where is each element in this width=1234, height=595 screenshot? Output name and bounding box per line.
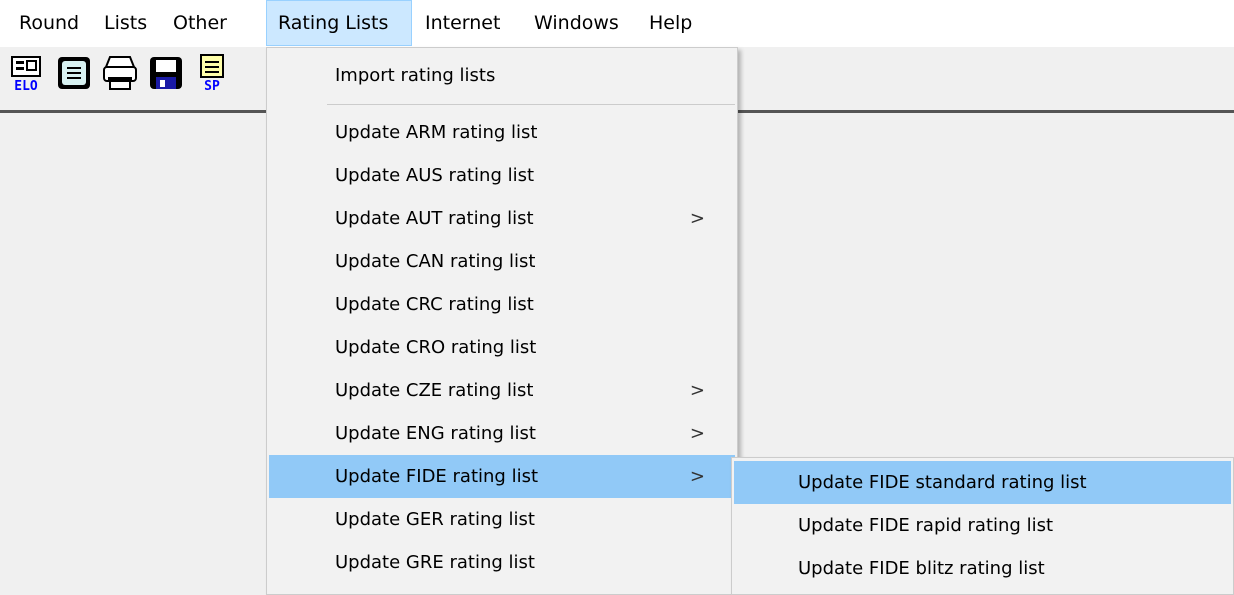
- submenu-item-fide-standard[interactable]: Update FIDE standard rating list: [734, 461, 1231, 504]
- menu-item-label: Import rating lists: [335, 65, 496, 86]
- rating-lists-menu: Import rating lists Update ARM rating li…: [266, 47, 738, 595]
- menu-round[interactable]: Round: [8, 0, 90, 46]
- menu-lists[interactable]: Lists: [93, 0, 158, 46]
- menu-item-label: Update CRO rating list: [335, 337, 537, 358]
- menu-item-update-crc[interactable]: Update CRC rating list: [269, 283, 735, 326]
- monitor-icon: [58, 57, 90, 89]
- menu-help[interactable]: Help: [638, 0, 703, 46]
- sp-caption: SP: [204, 79, 220, 93]
- submenu-arrow-icon: >: [689, 466, 705, 487]
- menu-item-label: Update GRE rating list: [335, 552, 535, 573]
- menu-rating-lists[interactable]: Rating Lists: [266, 0, 412, 46]
- menu-item-import-rating-lists[interactable]: Import rating lists: [269, 54, 735, 97]
- sp-document-icon: SP: [200, 54, 224, 93]
- menu-item-label: Update FIDE rating list: [335, 466, 539, 487]
- submenu-arrow-icon: >: [689, 380, 705, 401]
- menu-separator: [327, 104, 735, 105]
- menu-item-update-gre[interactable]: Update GRE rating list: [269, 541, 735, 584]
- menu-item-update-cze[interactable]: Update CZE rating list >: [269, 369, 735, 412]
- menu-item-update-arm[interactable]: Update ARM rating list: [269, 111, 735, 154]
- monitor-button[interactable]: [54, 53, 94, 93]
- menu-internet[interactable]: Internet: [414, 0, 511, 46]
- menu-item-label: Update AUS rating list: [335, 165, 535, 186]
- elo-icon: ELO: [11, 56, 41, 93]
- menu-item-update-aus[interactable]: Update AUS rating list: [269, 154, 735, 197]
- save-disk-icon: [150, 57, 182, 89]
- submenu-arrow-icon: >: [689, 208, 705, 229]
- fide-submenu: Update FIDE standard rating list Update …: [731, 457, 1234, 595]
- menu-item-label: Update CRC rating list: [335, 294, 534, 315]
- elo-button[interactable]: ELO: [6, 53, 46, 93]
- submenu-arrow-icon: >: [689, 423, 705, 444]
- menu-item-label: Update CAN rating list: [335, 251, 536, 272]
- menu-item-update-can[interactable]: Update CAN rating list: [269, 240, 735, 283]
- menu-item-label: Update ARM rating list: [335, 122, 538, 143]
- submenu-item-fide-rapid[interactable]: Update FIDE rapid rating list: [734, 504, 1231, 547]
- submenu-item-label: Update FIDE rapid rating list: [798, 515, 1054, 536]
- printer-icon: [103, 56, 137, 90]
- menu-bar: Round Lists Other Rating Lists Internet …: [0, 0, 1234, 46]
- menu-item-label: Update AUT rating list: [335, 208, 534, 229]
- submenu-item-label: Update FIDE blitz rating list: [798, 558, 1045, 579]
- menu-item-update-aut[interactable]: Update AUT rating list >: [269, 197, 735, 240]
- menu-other[interactable]: Other: [162, 0, 238, 46]
- menu-item-update-cro[interactable]: Update CRO rating list: [269, 326, 735, 369]
- save-button[interactable]: [146, 53, 186, 93]
- submenu-item-label: Update FIDE standard rating list: [798, 472, 1087, 493]
- menu-item-label: Update GER rating list: [335, 509, 535, 530]
- menu-item-update-fide[interactable]: Update FIDE rating list >: [269, 455, 735, 498]
- menu-item-label: Update ENG rating list: [335, 423, 536, 444]
- elo-caption: ELO: [14, 79, 38, 93]
- menu-windows[interactable]: Windows: [523, 0, 630, 46]
- sp-button[interactable]: SP: [192, 53, 232, 93]
- menu-item-update-ger[interactable]: Update GER rating list: [269, 498, 735, 541]
- print-button[interactable]: [100, 53, 140, 93]
- menu-item-update-eng[interactable]: Update ENG rating list >: [269, 412, 735, 455]
- submenu-item-fide-blitz[interactable]: Update FIDE blitz rating list: [734, 547, 1231, 590]
- menu-item-label: Update CZE rating list: [335, 380, 534, 401]
